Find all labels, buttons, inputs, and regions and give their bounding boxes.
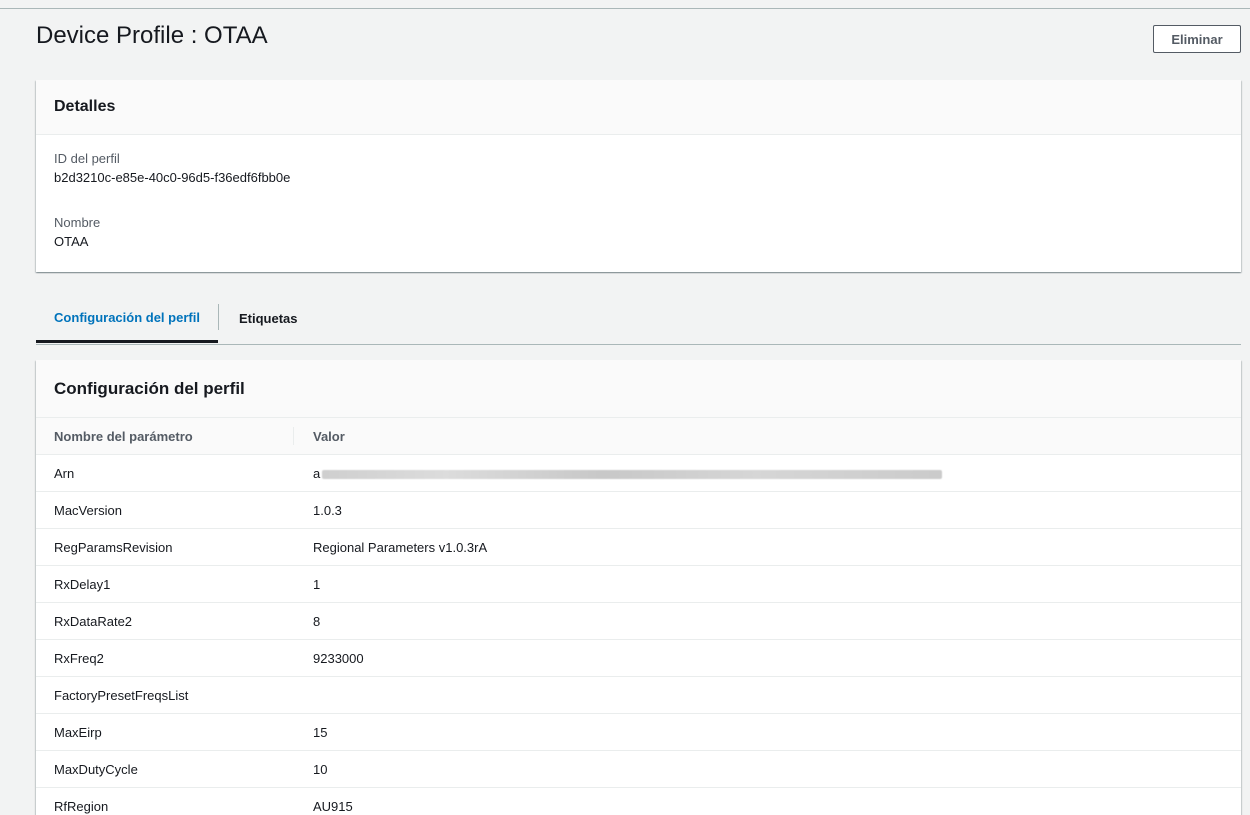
table-row: MacVersion 1.0.3 xyxy=(36,491,1241,529)
param-name: MacVersion xyxy=(36,491,293,529)
param-name: Arn xyxy=(36,454,293,492)
table-row: Arn a xyxy=(36,454,1241,492)
tab-divider xyxy=(218,304,219,330)
param-value: 1.0.3 xyxy=(293,491,1241,529)
details-panel: Detalles ID del perfil b2d3210c-e85e-40c… xyxy=(36,80,1241,272)
param-value: AU915 xyxy=(293,787,1241,815)
tab-profile-config[interactable]: Configuración del perfil xyxy=(36,294,218,343)
redacted-block xyxy=(322,469,943,479)
details-heading: Detalles xyxy=(54,98,116,115)
table-row: MaxEirp 15 xyxy=(36,713,1241,751)
profile-id-label: ID del perfil xyxy=(54,151,120,166)
table-row: RegParamsRevision Regional Parameters v1… xyxy=(36,528,1241,566)
tab-tags[interactable]: Etiquetas xyxy=(239,294,298,342)
table-row: RfRegion AU915 xyxy=(36,787,1241,815)
param-name: MaxEirp xyxy=(36,713,293,751)
table-row: RxFreq2 9233000 xyxy=(36,639,1241,677)
param-value: 8 xyxy=(293,602,1241,640)
delete-button[interactable]: Eliminar xyxy=(1153,25,1241,53)
param-value-redacted: a xyxy=(293,454,1241,492)
param-value: Regional Parameters v1.0.3rA xyxy=(293,528,1241,566)
param-name: MaxDutyCycle xyxy=(36,750,293,788)
details-header: Detalles xyxy=(36,80,1241,135)
param-name: RxDataRate2 xyxy=(36,602,293,640)
param-name: RegParamsRevision xyxy=(36,528,293,566)
name-value: OTAA xyxy=(54,234,89,249)
param-value xyxy=(293,676,1241,714)
param-name: RxFreq2 xyxy=(36,639,293,677)
profile-id-field: ID del perfil b2d3210c-e85e-40c0-96d5-f3… xyxy=(54,150,290,188)
table-row: MaxDutyCycle 10 xyxy=(36,750,1241,788)
tab-bar: Configuración del perfil Etiquetas xyxy=(36,294,1241,345)
table-row: RxDataRate2 8 xyxy=(36,602,1241,640)
table-row: FactoryPresetFreqsList xyxy=(36,676,1241,714)
profile-config-panel: Configuración del perfil Nombre del pará… xyxy=(36,360,1241,815)
top-divider xyxy=(0,8,1250,9)
param-value: 9233000 xyxy=(293,639,1241,677)
profile-id-value: b2d3210c-e85e-40c0-96d5-f36edf6fbb0e xyxy=(54,170,291,185)
param-name: FactoryPresetFreqsList xyxy=(36,676,293,714)
table-header-row: Nombre del parámetro Valor xyxy=(36,418,1241,455)
column-header-value: Valor xyxy=(293,418,1241,455)
param-value: 1 xyxy=(293,565,1241,603)
page-title: Device Profile : OTAA xyxy=(36,22,268,49)
param-value: 15 xyxy=(293,713,1241,751)
name-label: Nombre xyxy=(54,215,101,230)
param-name: RfRegion xyxy=(36,787,293,815)
config-heading: Configuración del perfil xyxy=(54,378,245,398)
config-header: Configuración del perfil xyxy=(36,360,1241,418)
param-value: a xyxy=(313,465,321,481)
name-field: Nombre OTAA xyxy=(54,214,100,252)
param-value: 10 xyxy=(293,750,1241,788)
table-row: RxDelay1 1 xyxy=(36,565,1241,603)
param-name: RxDelay1 xyxy=(36,565,293,603)
config-table: Nombre del parámetro Valor Arn a MacVers… xyxy=(36,418,1241,815)
column-header-name: Nombre del parámetro xyxy=(36,418,293,455)
